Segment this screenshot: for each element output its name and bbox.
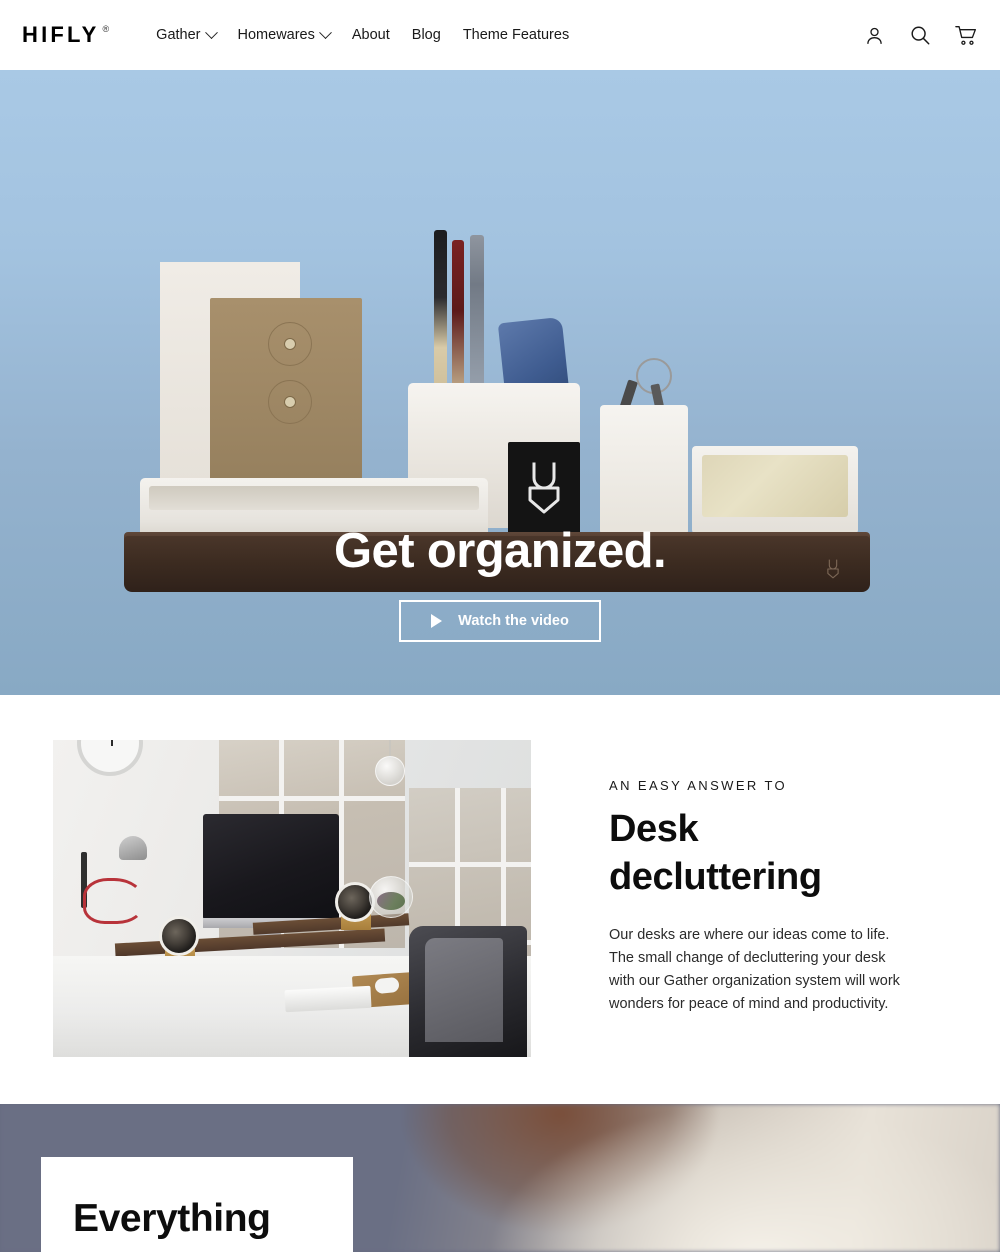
chair-mesh-back [425, 938, 503, 1042]
bottom-text-card: Everything [41, 1157, 353, 1252]
nav-label: Theme Features [462, 27, 570, 43]
window-mullion [219, 796, 405, 801]
feature-title: Desk decluttering [609, 808, 822, 898]
desk-photo [53, 740, 531, 1057]
watch-video-button[interactable]: Watch the video [399, 600, 601, 642]
desk-speaker-left [159, 916, 199, 956]
play-icon [431, 614, 443, 628]
bottom-title: Everything [73, 1197, 271, 1240]
site-header: HIFLY ® Gather Homewares About Blog Them… [0, 0, 1000, 70]
account-icon[interactable] [862, 23, 886, 47]
feature-section: AN EASY ANSWER TO Desk decluttering Our … [0, 695, 1000, 1104]
nav-item-gather[interactable]: Gather [145, 21, 226, 49]
nav-label: About [351, 27, 390, 43]
terrarium-plant [377, 892, 405, 910]
main-navigation: Gather Homewares About Blog Theme Featur… [145, 21, 862, 49]
window-mullion [409, 862, 531, 867]
chevron-down-icon [204, 25, 218, 39]
feature-copy: AN EASY ANSWER TO Desk decluttering Our … [609, 740, 909, 1016]
brand-logo[interactable]: HIFLY ® [22, 24, 109, 46]
search-icon[interactable] [908, 23, 932, 47]
cart-icon[interactable] [954, 23, 978, 47]
imac-screen [203, 814, 339, 920]
nav-item-theme-features[interactable]: Theme Features [452, 21, 580, 49]
nav-item-about[interactable]: About [341, 21, 401, 49]
chevron-down-icon [319, 25, 332, 39]
registered-mark: ® [102, 24, 110, 34]
brand-name: HIFLY [22, 22, 100, 47]
feature-body: Our desks are where our ideas come to li… [609, 927, 900, 1012]
bottom-section: Everything [0, 1104, 1000, 1252]
nav-label: Homewares [237, 27, 315, 43]
red-cord [83, 878, 145, 924]
header-actions [862, 23, 978, 47]
hero-banner: Get organized. Watch the video [0, 70, 1000, 695]
nav-item-blog[interactable]: Blog [401, 21, 452, 49]
hero-title: Get organized. [334, 524, 667, 578]
nav-label: Blog [411, 27, 441, 43]
keyboard [284, 985, 372, 1013]
page-root: HIFLY ® Gather Homewares About Blog Them… [0, 0, 1000, 1252]
hero-content: Get organized. Watch the video [0, 70, 1000, 695]
nav-label: Gather [156, 27, 201, 43]
nav-item-homewares[interactable]: Homewares [227, 21, 341, 49]
feature-eyebrow: AN EASY ANSWER TO [609, 778, 788, 793]
wall-lamp-head [119, 836, 147, 860]
watch-video-label: Watch the video [458, 613, 569, 629]
hanging-terrarium [375, 756, 405, 786]
